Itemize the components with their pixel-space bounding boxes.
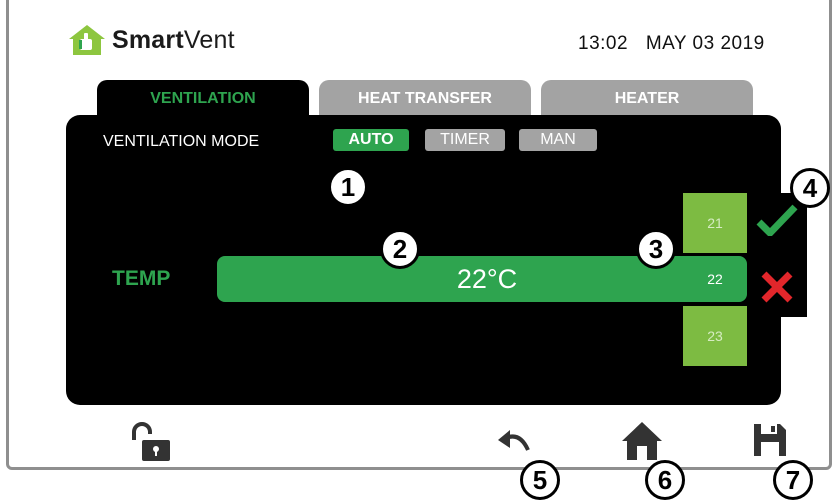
temp-option-21[interactable]: 21: [683, 193, 747, 253]
callout-6: 6: [645, 460, 685, 500]
temp-option-23[interactable]: 23: [683, 306, 747, 366]
mode-auto-button[interactable]: AUTO: [333, 129, 409, 151]
mode-man-button[interactable]: MAN: [519, 129, 597, 151]
home-icon[interactable]: [620, 420, 664, 462]
undo-icon[interactable]: [496, 428, 532, 456]
callout-5: 5: [520, 460, 560, 500]
temp-option-22[interactable]: 22: [683, 256, 747, 302]
tab-heat-transfer[interactable]: HEAT TRANSFER: [319, 80, 531, 118]
save-icon[interactable]: [752, 422, 788, 458]
mode-timer-button[interactable]: TIMER: [425, 129, 505, 151]
checkmark-icon[interactable]: [756, 204, 798, 236]
house-thumbs-up-icon: [69, 25, 105, 55]
temp-value: 22°C: [456, 264, 518, 294]
brand-name: SmartVent: [112, 25, 235, 54]
callout-3: 3: [636, 229, 676, 269]
brand-logo: SmartVent: [68, 24, 235, 56]
datetime: 13:02 MAY 03 2019: [578, 33, 777, 55]
cancel-x-icon[interactable]: [760, 270, 794, 304]
temp-label: TEMP: [112, 267, 171, 290]
tab-ventilation[interactable]: VENTILATION: [97, 80, 309, 120]
callout-2: 2: [380, 229, 420, 269]
tab-heater[interactable]: HEATER: [541, 80, 753, 118]
date-display: MAY 03 2019: [645, 33, 765, 54]
callout-4: 4: [790, 168, 830, 208]
ventilation-mode-label: VENTILATION MODE: [103, 133, 260, 150]
callout-1: 1: [328, 167, 368, 207]
callout-7: 7: [773, 460, 813, 500]
time-display: 13:02: [578, 33, 629, 54]
unlock-icon[interactable]: [130, 422, 172, 462]
